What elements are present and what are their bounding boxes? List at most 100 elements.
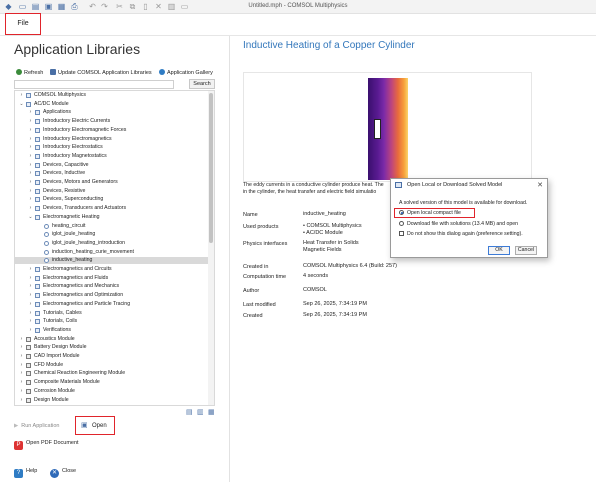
- tree-folder-item[interactable]: › Design Module: [15, 397, 209, 404]
- tree-folder-item[interactable]: › Tutorials, Coils: [15, 318, 209, 325]
- chevron-right-icon[interactable]: ›: [19, 353, 24, 360]
- chevron-right-icon[interactable]: ›: [28, 136, 33, 143]
- search-button[interactable]: Search: [189, 79, 215, 89]
- scrollbar-thumb[interactable]: [209, 93, 213, 243]
- chevron-right-icon[interactable]: ›: [28, 310, 33, 317]
- update-libraries-button[interactable]: Update COMSOL Application Libraries: [50, 69, 152, 76]
- chevron-right-icon[interactable]: ›: [19, 370, 24, 377]
- dialog-message: A solved version of this model is availa…: [399, 200, 528, 206]
- chevron-right-icon[interactable]: ›: [28, 318, 33, 325]
- chevron-right-icon[interactable]: ›: [28, 144, 33, 151]
- chevron-right-icon[interactable]: ›: [28, 283, 33, 290]
- tree-item-label: inductive_heating: [52, 257, 93, 264]
- chevron-right-icon[interactable]: ›: [28, 118, 33, 125]
- chevron-down-icon[interactable]: ⌄: [28, 214, 33, 221]
- tree-model-item[interactable]: iglot_joule_heating_introduction: [15, 240, 209, 247]
- cancel-button[interactable]: Cancel: [515, 246, 537, 255]
- tree-scrollbar[interactable]: [208, 91, 214, 405]
- download-label: Download file with solutions (13.4 MB) a…: [407, 221, 519, 227]
- description-line-1: The eddy currents in a conductive cylind…: [243, 182, 384, 188]
- chevron-right-icon[interactable]: ›: [28, 196, 33, 203]
- tree-folder-item[interactable]: ⌄ AC/DC Module: [15, 101, 209, 108]
- tree-folder-item[interactable]: › Devices, Motors and Generators: [15, 179, 209, 186]
- tree-folder-item[interactable]: › CAD Import Module: [15, 353, 209, 360]
- tree-item-label: Verifications: [43, 326, 71, 333]
- chevron-right-icon[interactable]: ›: [28, 109, 33, 116]
- tree-folder-item[interactable]: › Devices, Transducers and Actuators: [15, 205, 209, 212]
- chevron-right-icon[interactable]: ›: [28, 301, 33, 308]
- tree-folder-item[interactable]: › Electromagnetics and Circuits: [15, 266, 209, 273]
- chevron-right-icon[interactable]: ›: [19, 379, 24, 386]
- expand-all-icon[interactable]: ▤: [186, 408, 193, 416]
- chevron-right-icon[interactable]: ›: [19, 388, 24, 395]
- chevron-right-icon[interactable]: ›: [28, 170, 33, 177]
- chevron-right-icon[interactable]: ›: [28, 327, 33, 334]
- tree-folder-item[interactable]: › Chemical Reaction Engineering Module: [15, 370, 209, 377]
- chevron-right-icon[interactable]: ›: [28, 275, 33, 282]
- tree-folder-item[interactable]: › Electromagnetics and Fluids: [15, 275, 209, 282]
- chevron-right-icon[interactable]: ›: [28, 127, 33, 134]
- module-icon: [26, 336, 31, 342]
- chevron-right-icon[interactable]: ›: [28, 153, 33, 160]
- tree-folder-item[interactable]: › Devices, Inductive: [15, 170, 209, 177]
- tree-model-item[interactable]: heating_circuit: [15, 223, 209, 230]
- tree-folder-item[interactable]: › Electromagnetics and Mechanics: [15, 283, 209, 290]
- download-option[interactable]: Download file with solutions (13.4 MB) a…: [399, 221, 518, 227]
- tree-folder-item[interactable]: › Introductory Electrostatics: [15, 144, 209, 151]
- module-icon: [26, 362, 31, 368]
- dialog-close-icon[interactable]: ✕: [537, 180, 543, 192]
- open-pdf-button[interactable]: P Open PDF Document: [14, 440, 79, 450]
- tree-folder-item[interactable]: › Composite Materials Module: [15, 379, 209, 386]
- help-button[interactable]: ? Help: [14, 468, 37, 478]
- chevron-right-icon[interactable]: ›: [28, 292, 33, 299]
- tree-folder-item[interactable]: › Electromagnetics and Particle Tracing: [15, 301, 209, 308]
- tree-model-item[interactable]: inductive_heating: [15, 257, 209, 265]
- chevron-right-icon[interactable]: ›: [28, 266, 33, 273]
- ok-button[interactable]: OK: [488, 246, 510, 255]
- open-local-option[interactable]: Open local compact file: [399, 210, 461, 216]
- chevron-right-icon[interactable]: ›: [19, 92, 24, 99]
- chevron-right-icon[interactable]: ›: [28, 179, 33, 186]
- tree-folder-item[interactable]: › Electromagnetics and Optimization: [15, 292, 209, 299]
- used-products-label: Used products: [243, 224, 279, 230]
- refresh-button[interactable]: Refresh: [16, 69, 43, 76]
- collapse-all-icon[interactable]: ▥: [197, 408, 204, 416]
- do-not-show-checkbox[interactable]: Do not show this dialog again (preferenc…: [399, 231, 523, 237]
- application-gallery-button[interactable]: Application Gallery: [159, 69, 213, 76]
- tree-item-label: Acoustics Module: [34, 335, 75, 342]
- tree-folder-item[interactable]: › Tutorials, Cables: [15, 310, 209, 317]
- model-icon: [44, 232, 49, 238]
- tree-folder-item[interactable]: › Corrosion Module: [15, 388, 209, 395]
- close-button[interactable]: ✕ Close: [50, 468, 76, 478]
- tree-folder-item[interactable]: › Introductory Magnetostatics: [15, 153, 209, 160]
- tree-folder-item[interactable]: ⌄ Electromagnetic Heating: [15, 214, 209, 221]
- chevron-down-icon[interactable]: ⌄: [19, 101, 24, 108]
- search-input[interactable]: [14, 80, 174, 89]
- chevron-right-icon[interactable]: ›: [19, 344, 24, 351]
- chevron-right-icon[interactable]: ›: [28, 162, 33, 169]
- tree-folder-item[interactable]: › COMSOL Multiphysics: [15, 92, 209, 99]
- tree-folder-item[interactable]: › Applications: [15, 109, 209, 116]
- tree-folder-item[interactable]: › Battery Design Module: [15, 344, 209, 351]
- tree-folder-item[interactable]: › Verifications: [15, 327, 209, 334]
- open-button[interactable]: ▣ Open: [75, 416, 115, 435]
- tree-folder-item[interactable]: › Introductory Electromagnetic Forces: [15, 127, 209, 134]
- tree-folder-item[interactable]: › Devices, Resistive: [15, 188, 209, 195]
- chevron-right-icon[interactable]: ›: [19, 336, 24, 343]
- settings-icon[interactable]: ▦: [208, 408, 215, 416]
- run-application-button[interactable]: ▶ Run Application: [14, 423, 59, 429]
- tree-folder-item[interactable]: › Introductory Electric Currents: [15, 118, 209, 125]
- chevron-right-icon[interactable]: ›: [19, 362, 24, 369]
- tree-model-item[interactable]: iglot_joule_heating: [15, 231, 209, 238]
- chevron-right-icon[interactable]: ›: [19, 397, 24, 404]
- tree-folder-item[interactable]: › Introductory Electromagnetics: [15, 136, 209, 143]
- tree-folder-item[interactable]: › Devices, Superconducting: [15, 196, 209, 203]
- tree-folder-item[interactable]: › Devices, Capacitive: [15, 162, 209, 169]
- library-tree[interactable]: › COMSOL Multiphysics ⌄ AC/DC Module › Applic…: [14, 90, 215, 406]
- chevron-right-icon[interactable]: ›: [28, 188, 33, 195]
- file-tab[interactable]: File: [5, 13, 41, 35]
- tree-folder-item[interactable]: › Acoustics Module: [15, 336, 209, 343]
- chevron-right-icon[interactable]: ›: [28, 205, 33, 212]
- tree-folder-item[interactable]: › CFD Module: [15, 362, 209, 369]
- tree-model-item[interactable]: induction_heating_curie_movement: [15, 249, 209, 256]
